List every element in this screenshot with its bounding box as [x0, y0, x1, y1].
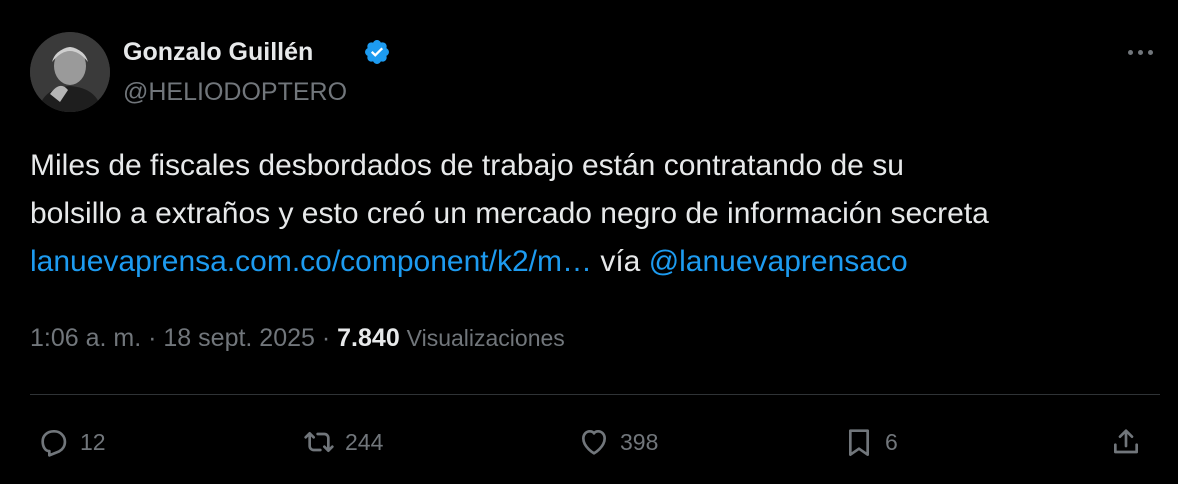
avatar[interactable]	[30, 32, 110, 112]
tweet-card: Gonzalo Guillén @HELIODOPTERO Miles de f…	[0, 0, 1178, 484]
meta-separator: ·	[321, 324, 331, 352]
tweet-text: Miles de fiscales desbordados de trabajo…	[30, 142, 1160, 286]
via-label: vía	[600, 245, 641, 278]
repost-icon	[304, 432, 334, 452]
tweet-text-line-3: lanuevaprensa.com.co/component/k2/m… vía…	[30, 238, 1160, 286]
share-button[interactable]	[1110, 422, 1142, 462]
author-display-name[interactable]: Gonzalo Guillén	[123, 36, 313, 68]
mention-link[interactable]: @lanuevaprensaco	[649, 245, 908, 278]
verified-badge-icon	[365, 40, 389, 64]
more-dot-icon	[1147, 49, 1153, 55]
article-link[interactable]: lanuevaprensa.com.co/component/k2/m…	[30, 245, 592, 278]
more-dot-icon	[1137, 49, 1143, 55]
repost-count: 244	[345, 428, 384, 455]
like-button[interactable]: 398	[578, 422, 658, 462]
reply-button[interactable]: 12	[38, 422, 106, 462]
more-dot-icon	[1127, 49, 1133, 55]
more-options-button[interactable]	[1120, 36, 1160, 68]
reply-count: 12	[80, 428, 106, 455]
reply-icon	[41, 430, 67, 457]
avatar-image	[30, 32, 110, 112]
views-count: 7.840	[337, 324, 400, 352]
bookmark-icon	[849, 429, 869, 456]
heart-icon	[582, 430, 606, 455]
repost-button[interactable]: 244	[303, 422, 383, 462]
meta-separator: ·	[148, 324, 157, 352]
tweet-meta: 1:06 a. m. · 18 sept. 2025 · 7.840 Visua…	[30, 320, 565, 356]
share-icon	[1114, 429, 1138, 454]
divider	[30, 394, 1160, 395]
tweet-text-line-2: bolsillo a extraños y esto creó un merca…	[30, 197, 989, 230]
bookmark-count: 6	[885, 428, 898, 455]
timestamp-date[interactable]: 18 sept. 2025	[163, 324, 315, 352]
tweet-text-line-1: Miles de fiscales desbordados de trabajo…	[30, 149, 904, 182]
like-count: 398	[620, 428, 659, 455]
timestamp-time[interactable]: 1:06 a. m.	[30, 324, 141, 352]
author-handle[interactable]: @HELIODOPTERO	[123, 76, 347, 108]
bookmark-button[interactable]: 6	[843, 422, 898, 462]
views-label: Visualizaciones	[406, 325, 565, 351]
